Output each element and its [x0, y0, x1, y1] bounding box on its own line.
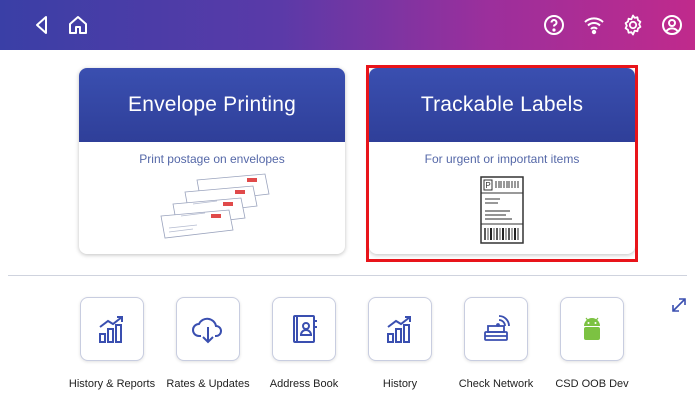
history-reports-label: History & Reports [68, 378, 156, 390]
bar-chart-trend-icon [99, 316, 123, 343]
section-divider [8, 275, 687, 276]
check-network-tile[interactable] [464, 297, 528, 361]
top-bar [0, 0, 695, 50]
card-title: Envelope Printing [127, 93, 296, 116]
card-header: Envelope Printing [79, 68, 345, 142]
account-icon[interactable] [660, 13, 684, 37]
address-book-icon [293, 315, 317, 343]
check-network-label: Check Network [458, 378, 534, 390]
rates-updates-label: Rates & Updates [166, 378, 250, 390]
bar-chart-trend-icon [387, 316, 411, 343]
address-book-tile[interactable] [272, 297, 336, 361]
wifi-icon[interactable] [582, 13, 606, 37]
csd-oob-dev-tile[interactable] [560, 297, 624, 361]
envelope-printing-card[interactable]: Envelope Printing Print postage on envel… [79, 68, 345, 254]
settings-icon[interactable] [621, 13, 645, 37]
network-icon [484, 315, 510, 341]
history-tile[interactable] [368, 297, 432, 361]
android-icon [584, 317, 600, 340]
address-book-label: Address Book [269, 378, 339, 390]
envelopes-illustration [79, 172, 345, 247]
history-reports-tile[interactable] [80, 297, 144, 361]
help-icon[interactable] [542, 13, 566, 37]
selection-highlight [366, 65, 638, 262]
rates-updates-tile[interactable] [176, 297, 240, 361]
history-label: History [382, 378, 418, 390]
expand-icon[interactable] [670, 296, 688, 314]
cloud-download-icon [192, 317, 222, 344]
home-icon[interactable] [66, 13, 90, 37]
card-subtitle: Print postage on envelopes [139, 152, 285, 166]
back-icon[interactable] [30, 13, 54, 37]
csd-oob-dev-label: CSD OOB Dev [555, 378, 629, 390]
